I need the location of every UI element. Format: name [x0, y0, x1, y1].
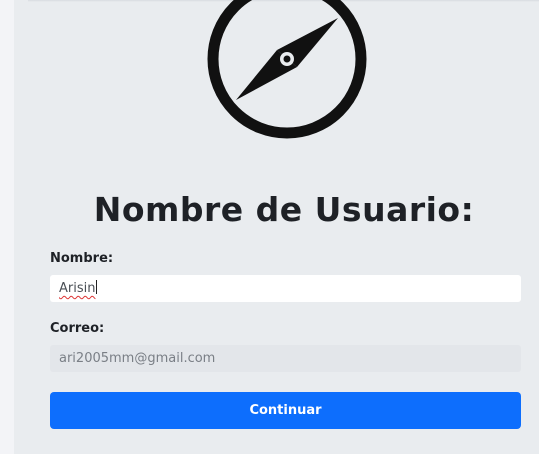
page-title: Nombre de Usuario:: [93, 190, 475, 229]
name-label: Nombre:: [50, 251, 114, 266]
name-input-value: Arisin: [59, 281, 96, 296]
continue-button[interactable]: Continuar: [50, 392, 521, 429]
text-caret: [96, 280, 98, 294]
email-label: Correo:: [50, 321, 105, 336]
compass-icon: [207, 0, 367, 139]
email-field-value: ari2005mm@gmail.com: [59, 351, 216, 366]
email-field[interactable]: ari2005mm@gmail.com: [50, 345, 521, 372]
left-edge: [0, 0, 14, 454]
username-panel: Nombre de Usuario: Nombre: Arisin Correo…: [14, 0, 539, 454]
name-input[interactable]: Arisin: [50, 275, 521, 302]
